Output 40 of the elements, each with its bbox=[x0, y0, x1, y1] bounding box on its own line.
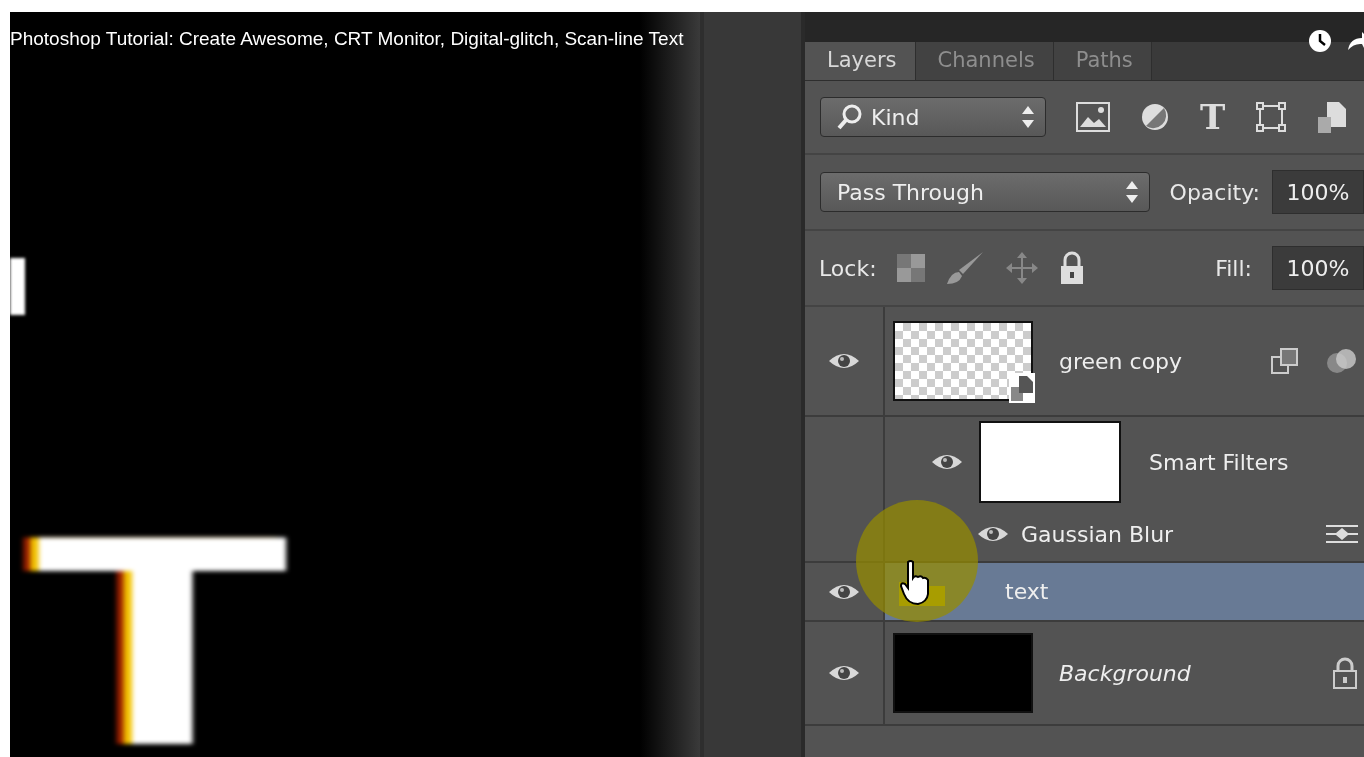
checker-lock-icon[interactable] bbox=[896, 254, 925, 282]
share-arrow-icon[interactable] bbox=[1348, 30, 1364, 52]
lock-label: Lock: bbox=[819, 255, 877, 281]
opacity-field[interactable]: 100% bbox=[1272, 170, 1364, 214]
layer-name: Smart Filters bbox=[1149, 449, 1289, 475]
linked-squares-icon bbox=[1270, 347, 1300, 375]
blend-mode-dropdown[interactable]: Pass Through bbox=[820, 172, 1150, 212]
layer-name: green copy bbox=[1059, 348, 1183, 374]
canvas-shape bbox=[10, 258, 25, 315]
type-filter-icon[interactable]: T bbox=[1200, 100, 1226, 134]
layer-name: text bbox=[1005, 579, 1049, 604]
layer-row[interactable]: green copy bbox=[805, 307, 1364, 417]
layer-row[interactable]: Background bbox=[805, 622, 1364, 726]
up-down-arrows-icon bbox=[1124, 180, 1139, 204]
lock-icon bbox=[1332, 657, 1358, 689]
eye-icon[interactable] bbox=[828, 351, 860, 371]
shape-filter-icon[interactable] bbox=[1255, 101, 1288, 133]
fill-label: Fill: bbox=[1215, 255, 1252, 281]
clock-icon[interactable] bbox=[1308, 29, 1332, 53]
eye-icon[interactable] bbox=[931, 452, 963, 472]
eye-icon[interactable] bbox=[977, 524, 1009, 544]
layer-name: Gaussian Blur bbox=[1021, 521, 1174, 547]
search-icon bbox=[837, 104, 863, 130]
brush-icon[interactable] bbox=[944, 250, 985, 286]
half-circle-filter-icon[interactable] bbox=[1140, 102, 1170, 132]
panel-tab[interactable]: Layers bbox=[805, 42, 916, 80]
image-filter-icon[interactable] bbox=[1076, 102, 1110, 132]
up-down-arrows-icon bbox=[1021, 105, 1035, 129]
opacity-label: Opacity: bbox=[1169, 179, 1260, 205]
eye-icon[interactable] bbox=[828, 663, 860, 683]
lock-icon[interactable] bbox=[1058, 251, 1085, 285]
hand-cursor-icon bbox=[900, 560, 932, 606]
smart-object-filter-icon[interactable] bbox=[1317, 101, 1348, 133]
overlapping-circles-icon bbox=[1326, 347, 1358, 375]
layer-name: Background bbox=[1059, 660, 1191, 686]
smart-object-badge-icon bbox=[1009, 373, 1035, 403]
filter-kind-dropdown[interactable]: Kind bbox=[820, 97, 1046, 137]
fill-field[interactable]: 100% bbox=[1272, 246, 1364, 290]
video-title[interactable]: Photoshop Tutorial: Create Awesome, CRT Monitor, Digital-glitch, Scan-line Text bbox=[10, 28, 684, 50]
layer-row[interactable]: Smart Filters bbox=[805, 417, 1364, 507]
